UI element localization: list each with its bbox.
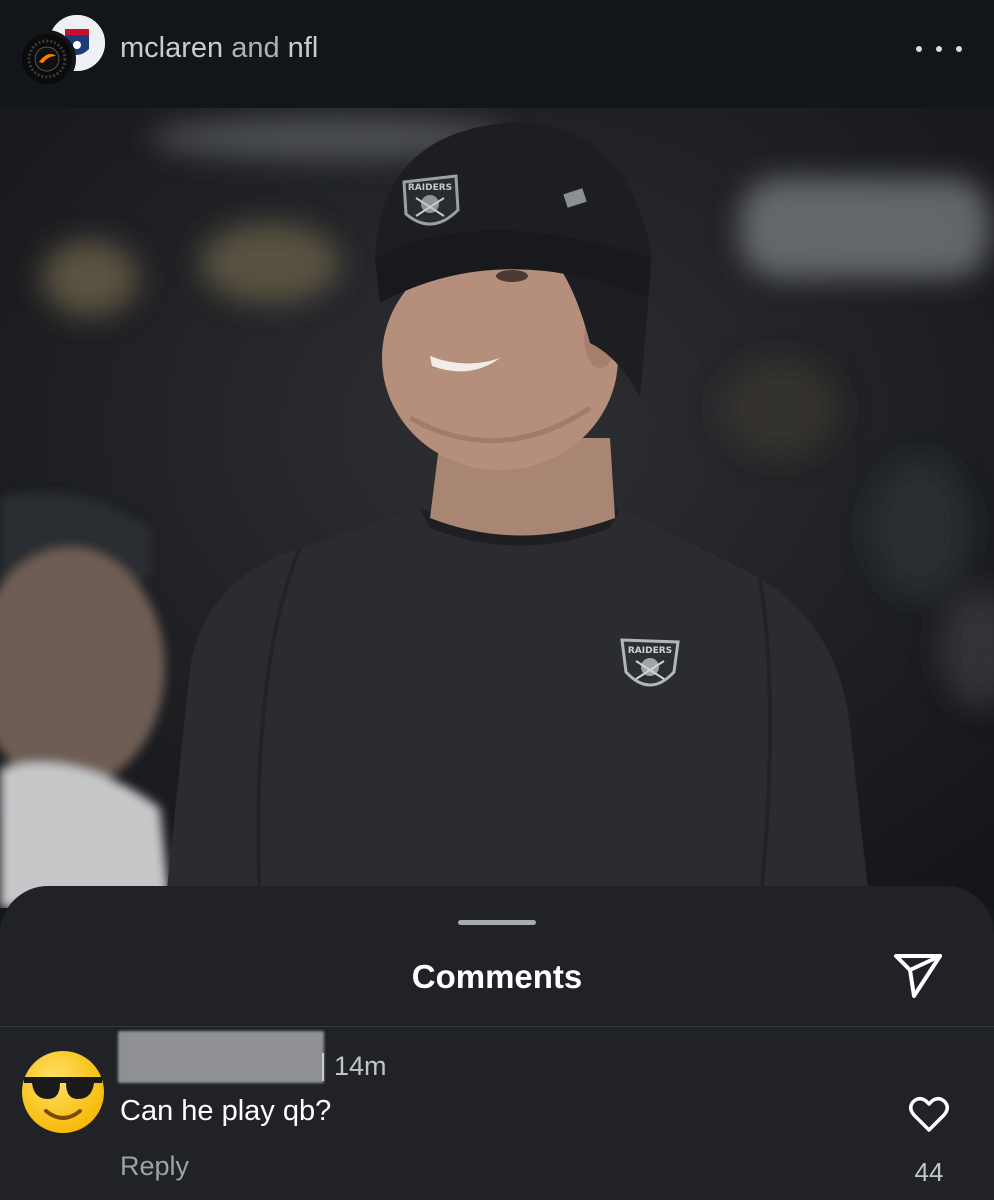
- like-count: 44: [914, 1157, 944, 1187]
- text-cursor: [322, 1053, 324, 1081]
- username-nfl[interactable]: nfl: [288, 32, 319, 64]
- collab-avatars[interactable]: [14, 10, 108, 88]
- background-person: [0, 492, 170, 908]
- redacted-username: [118, 1031, 324, 1083]
- post-header: mclaren and nfl: [0, 0, 994, 108]
- sunglasses-emoji-icon[interactable]: [20, 1049, 106, 1135]
- sheet-grabber[interactable]: [458, 920, 536, 925]
- dot: [956, 46, 962, 52]
- shirt-raiders-logo-icon: RAIDERS: [620, 638, 680, 687]
- shirt-logo-text: RAIDERS: [628, 646, 672, 656]
- post-owners[interactable]: mclaren and nfl: [120, 32, 318, 65]
- photo-illustration: [0, 108, 994, 908]
- post-screen: mclaren and nfl RAIDERS RAIDERS Comments…: [0, 0, 994, 1200]
- heart-outline-icon[interactable]: [908, 1093, 950, 1135]
- mclaren-logo-icon: [22, 34, 72, 84]
- dot: [936, 46, 942, 52]
- mclaren-avatar[interactable]: [18, 30, 76, 88]
- cap-raiders-logo-icon: RAIDERS: [402, 174, 460, 226]
- comment-timestamp: 14m: [334, 1051, 387, 1081]
- send-icon[interactable]: [890, 950, 946, 1002]
- cap-logo-text: RAIDERS: [408, 183, 452, 193]
- dot: [916, 46, 922, 52]
- post-photo[interactable]: RAIDERS RAIDERS: [0, 108, 994, 908]
- more-options-icon[interactable]: [916, 38, 962, 60]
- username-connector: and: [231, 32, 280, 64]
- comments-sheet: Comments 14m Can he play qb? Reply 44: [0, 886, 994, 1200]
- comment-text: Can he play qb?: [120, 1095, 332, 1127]
- comment-item: 14m Can he play qb? Reply 44: [0, 1027, 994, 1200]
- comments-title: Comments: [411, 958, 583, 995]
- username-mclaren[interactable]: mclaren: [120, 32, 223, 64]
- reply-button[interactable]: Reply: [120, 1151, 189, 1182]
